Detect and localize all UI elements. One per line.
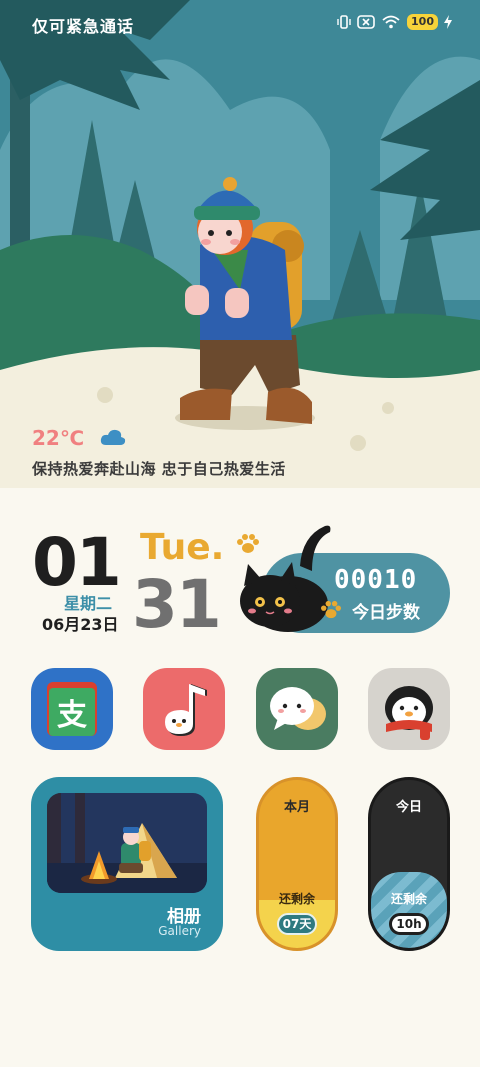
app-penguin[interactable] bbox=[368, 668, 450, 750]
music-note-icon bbox=[165, 684, 207, 736]
cloud-icon bbox=[100, 429, 126, 445]
alipay-icon: 支 bbox=[47, 682, 97, 736]
date-chinese: 06月23日 bbox=[42, 615, 119, 634]
weekday-english: Tue. bbox=[140, 527, 225, 568]
penguin-icon bbox=[385, 686, 433, 740]
status-icons: 100 bbox=[337, 14, 452, 30]
no-sim-icon bbox=[357, 15, 375, 29]
step-label: 今日步数 bbox=[352, 603, 420, 623]
app-music[interactable] bbox=[143, 668, 225, 750]
month-remaining-label: 还剩余 bbox=[278, 892, 315, 906]
day-remaining-title: 今日 bbox=[395, 800, 422, 815]
gallery-thumbnail bbox=[47, 793, 207, 893]
day-progress-fill bbox=[371, 872, 447, 948]
weather-temperature: 22℃ bbox=[32, 426, 85, 450]
wallpaper-hero bbox=[0, 0, 480, 488]
battery-icon: 100 bbox=[407, 14, 438, 30]
vibrate-icon bbox=[337, 15, 351, 29]
chat-bubbles-icon bbox=[270, 687, 326, 730]
wifi-icon bbox=[382, 15, 400, 29]
svg-text:支: 支 bbox=[57, 698, 87, 733]
hiker-illustration bbox=[0, 0, 480, 488]
month-remaining-value: 07天 bbox=[277, 913, 317, 935]
month-remaining-widget[interactable]: 本月 还剩余 07天 bbox=[256, 777, 338, 951]
app-alipay[interactable]: 支 bbox=[31, 668, 113, 750]
app-chat[interactable] bbox=[256, 668, 338, 750]
clock-minute: 31 bbox=[132, 566, 222, 643]
carrier-status-text: 仅可紧急通话 bbox=[32, 17, 135, 36]
motto-text: 保持热爱奔赴山海 忠于自己热爱生活 bbox=[32, 460, 286, 478]
gallery-subtitle: Gallery bbox=[158, 924, 201, 938]
day-remaining-widget[interactable]: 今日 还剩余 10h bbox=[368, 777, 450, 951]
month-remaining-title: 本月 bbox=[283, 800, 310, 815]
gallery-widget[interactable]: 相册 Gallery bbox=[31, 777, 223, 951]
status-bar: 仅可紧急通话 100 bbox=[0, 0, 480, 48]
campfire-image bbox=[47, 793, 207, 893]
paw-icon bbox=[321, 600, 341, 619]
day-remaining-label: 还剩余 bbox=[390, 892, 427, 906]
step-count: 00010 bbox=[334, 565, 418, 595]
day-remaining-value: 10h bbox=[389, 913, 429, 935]
charging-icon bbox=[444, 15, 452, 29]
